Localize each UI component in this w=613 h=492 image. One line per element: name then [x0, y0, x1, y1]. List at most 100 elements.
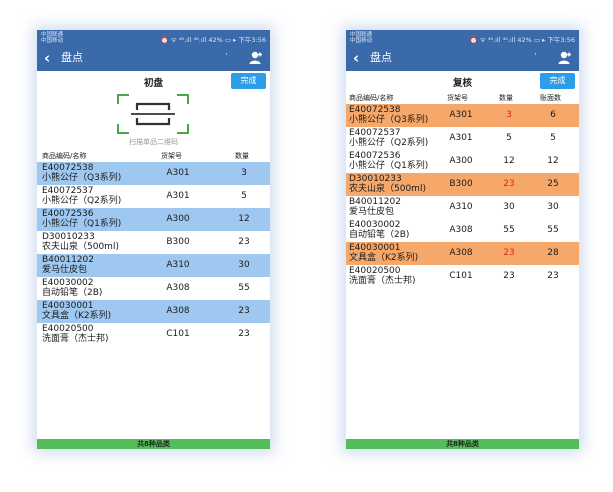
user-icon[interactable] — [248, 50, 264, 66]
book-quantity: 25 — [547, 179, 559, 189]
item-code: D30010233 — [42, 232, 95, 242]
item-name: 农夫山泉（500ml) — [42, 242, 119, 252]
table-row[interactable]: E40072536 小熊公仔（Q1系列) A300 12 — [37, 208, 270, 231]
item-code: E40072536 — [42, 209, 94, 219]
item-code: E40030001 — [42, 301, 94, 311]
table-row[interactable]: B40011202 爱马仕皮包 A310 30 30 — [346, 196, 579, 219]
quantity: 12 — [238, 214, 250, 224]
status-indicators: ⏰ ᯤ ⁴⁶.ıll ⁴⁶.ıll 42% ▭ ▸ 下午3:56 — [469, 36, 575, 44]
table-row[interactable]: D30010233 农夫山泉（500ml) B300 23 25 — [346, 173, 579, 196]
table-row[interactable]: E40072537 小熊公仔（Q2系列) A301 5 5 — [346, 127, 579, 150]
shelf-number: A300 — [166, 214, 190, 224]
item-code: B40011202 — [42, 255, 94, 265]
shelf-number: A308 — [166, 283, 190, 293]
scan-area: 扫描单品二维码 — [37, 92, 270, 150]
book-quantity: 30 — [547, 202, 559, 212]
item-code: B40011202 — [349, 197, 401, 207]
carrier-info: 中国联通 中国移动 — [41, 32, 63, 44]
item-code-name: E40072537 小熊公仔（Q2系列) — [349, 128, 428, 148]
item-list: E40072538 小熊公仔（Q3系列) A301 3 E40072537 小熊公仔（Q2… — [37, 162, 270, 346]
item-code-name: E40030002 自动铅笔（2B) — [349, 220, 409, 240]
quantity: 23 — [238, 306, 250, 316]
item-code-name: E40020500 洗面膏（杰士邦) — [42, 324, 109, 344]
item-code: E40030002 — [42, 278, 94, 288]
quantity: 23 — [503, 179, 515, 189]
shelf-number: B300 — [449, 179, 473, 189]
footer-summary: 共8种品类 — [37, 439, 270, 449]
table-row[interactable]: E40072537 小熊公仔（Q2系列) A301 5 — [37, 185, 270, 208]
shelf-number: B300 — [166, 237, 190, 247]
chevron-left-icon[interactable]: ‹ — [353, 49, 359, 67]
table-row[interactable]: E40030001 文具盒（K2系列) A308 23 28 — [346, 242, 579, 265]
item-name: 小熊公仔（Q1系列) — [42, 219, 122, 229]
item-code: E40072537 — [42, 186, 94, 196]
item-code-name: E40072537 小熊公仔（Q2系列) — [42, 186, 121, 206]
header-shelf: 货架号 — [447, 94, 468, 102]
item-name: 自动铅笔（2B) — [349, 230, 410, 240]
item-code-name: E40030001 文具盒（K2系列) — [42, 301, 111, 321]
shelf-number: A301 — [449, 110, 473, 120]
quantity: 23 — [503, 271, 515, 281]
screen-header: 复核 完成 — [346, 71, 579, 92]
book-quantity: 12 — [547, 156, 559, 166]
table-row[interactable]: E40020500 洗面膏（杰士邦) C101 23 — [37, 323, 270, 346]
item-code: E40030001 — [349, 243, 401, 253]
done-button[interactable]: 完成 — [540, 73, 575, 89]
table-row[interactable]: E40030002 自动铅笔（2B) A308 55 55 — [346, 219, 579, 242]
shelf-number: A310 — [166, 260, 190, 270]
table-row[interactable]: E40072536 小熊公仔（Q1系列) A300 12 12 — [346, 150, 579, 173]
table-row[interactable]: E40072538 小熊公仔（Q3系列) A301 3 — [37, 162, 270, 185]
shelf-number: A300 — [449, 156, 473, 166]
table-row[interactable]: E40072538 小熊公仔（Q3系列) A301 3 6 — [346, 104, 579, 127]
table-row[interactable]: B40011202 爱马仕皮包 A310 30 — [37, 254, 270, 277]
user-icon[interactable] — [557, 50, 573, 66]
table-row[interactable]: E40020500 洗面膏（杰士邦) C101 23 23 — [346, 265, 579, 288]
item-code-name: E40072538 小熊公仔（Q3系列) — [42, 163, 121, 183]
shelf-number: A308 — [449, 225, 473, 235]
table-row[interactable]: E40030002 自动铅笔（2B) A308 55 — [37, 277, 270, 300]
book-quantity: 55 — [547, 225, 559, 235]
shelf-number: A301 — [166, 191, 190, 201]
header-qty: 数量 — [499, 94, 513, 102]
phone-screen-recheck: 中国联通 中国移动 ⏰ ᯤ ⁴⁶.ıll ⁴⁶.ıll 42% ▭ ▸ 下午3:… — [346, 30, 579, 449]
header-code: 商品编码/名称 — [349, 94, 394, 102]
item-code: E40072538 — [349, 105, 401, 115]
table-row[interactable]: E40030001 文具盒（K2系列) A308 23 — [37, 300, 270, 323]
item-code: E40030002 — [349, 220, 401, 230]
quantity: 5 — [506, 133, 512, 143]
item-code-name: E40020500 洗面膏（杰士邦) — [349, 266, 416, 286]
item-code: E40072537 — [349, 128, 401, 138]
item-code: E40020500 — [349, 266, 401, 276]
table-header: 商品编码/名称 货架号 数量 账面数 — [346, 92, 579, 104]
qr-scan-icon[interactable] — [117, 94, 189, 134]
item-code: E40072538 — [42, 163, 94, 173]
shelf-number: C101 — [166, 329, 190, 339]
item-code: E40072536 — [349, 151, 401, 161]
book-quantity: 6 — [550, 110, 556, 120]
table-row[interactable]: D30010233 农夫山泉（500ml) B300 23 — [37, 231, 270, 254]
nav-bar: ‹ 盘点 · — [346, 46, 579, 71]
quantity: 5 — [241, 191, 247, 201]
item-name: 小熊公仔（Q3系列) — [349, 115, 429, 125]
quantity: 23 — [238, 329, 250, 339]
nav-title: 盘点 — [370, 51, 392, 64]
item-code-name: B40011202 爱马仕皮包 — [42, 255, 94, 275]
shelf-number: A301 — [449, 133, 473, 143]
shelf-number: A308 — [449, 248, 473, 258]
quantity: 30 — [238, 260, 250, 270]
item-code: D30010233 — [349, 174, 402, 184]
chevron-left-icon[interactable]: ‹ — [44, 49, 50, 67]
book-quantity: 23 — [547, 271, 559, 281]
item-list: E40072538 小熊公仔（Q3系列) A301 3 6 E40072537 小熊公仔（Q… — [346, 104, 579, 288]
carrier-info: 中国联通 中国移动 — [350, 32, 372, 44]
done-button[interactable]: 完成 — [231, 73, 266, 89]
item-code-name: E40072536 小熊公仔（Q1系列) — [349, 151, 428, 171]
item-code-name: D30010233 农夫山泉（500ml) — [349, 174, 426, 194]
shelf-number: A310 — [449, 202, 473, 212]
item-name: 洗面膏（杰士邦) — [42, 334, 109, 344]
item-name: 文具盒（K2系列) — [42, 311, 112, 321]
item-name: 洗面膏（杰士邦) — [349, 276, 416, 286]
shelf-number: A301 — [166, 168, 190, 178]
header-code: 商品编码/名称 — [42, 152, 87, 160]
dot-icon: · — [225, 50, 228, 60]
